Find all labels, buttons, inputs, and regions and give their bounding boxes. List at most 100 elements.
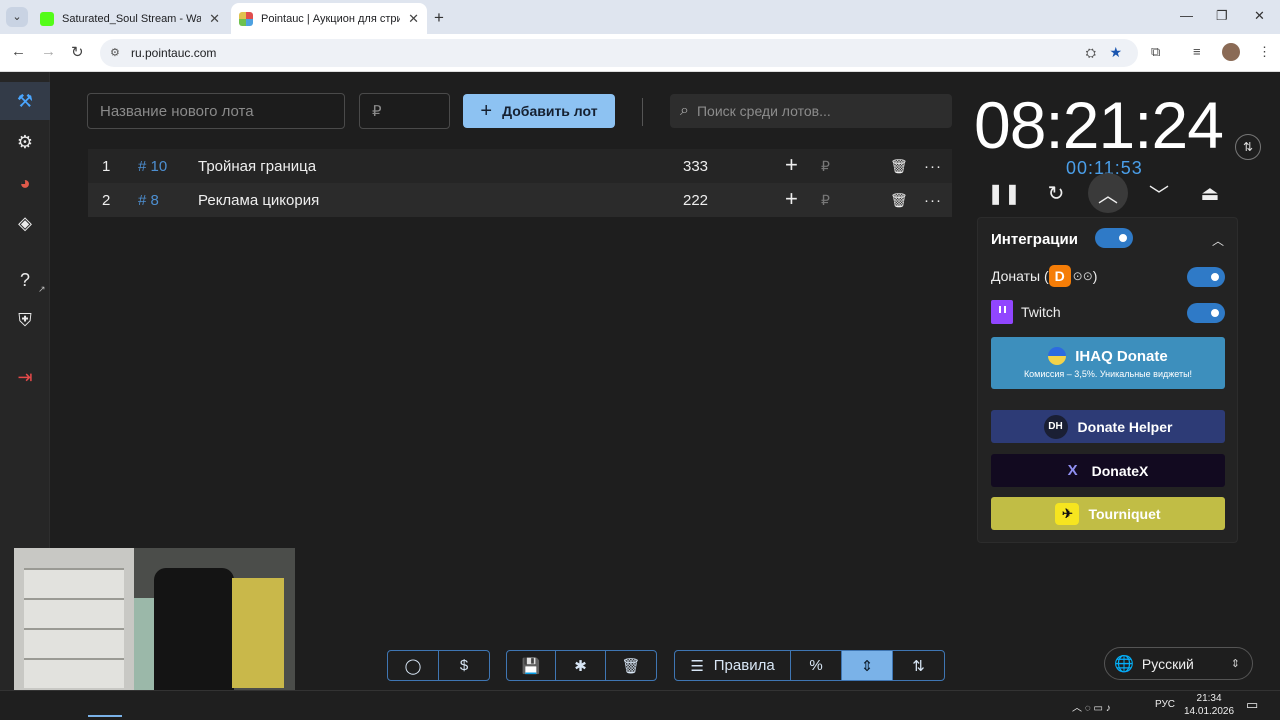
minimize-icon[interactable]: —	[1180, 8, 1193, 23]
lot-search-input[interactable]: ⌕ Поиск среди лотов...	[670, 94, 952, 128]
twitch-label: Twitch	[1021, 304, 1061, 320]
clock-date: 14.01.2026	[1184, 706, 1235, 717]
browser-menu-icon[interactable]: ⋮	[1258, 44, 1271, 60]
bug-report-button[interactable]: ✱	[556, 651, 606, 680]
lot-name-input[interactable]: Название нового лота	[87, 93, 345, 129]
tourniquet-label: Tourniquet	[1088, 505, 1161, 522]
windows-taskbar: ︿ ◌ ▭ ♪ РУС 21:34 14.01.2026 ▭	[0, 690, 1280, 720]
restore-icon[interactable]: ❐	[1216, 8, 1228, 24]
sidebar-item-auction[interactable]: ⚒	[0, 82, 50, 120]
sidebar-item-logout[interactable]: ⇥	[0, 358, 50, 396]
rules-button[interactable]: ☰ Правила	[675, 651, 791, 680]
notification-icon[interactable]: ▭	[1246, 697, 1258, 713]
subtract-time-button[interactable]: ﹀	[1141, 178, 1177, 208]
donats-toggle[interactable]	[1187, 267, 1225, 287]
add-amount-icon[interactable]: +	[785, 186, 798, 212]
close-tab-icon[interactable]: ✕	[408, 11, 419, 27]
compact-view-button[interactable]: ⇕	[842, 651, 893, 680]
lot-index: 1	[102, 157, 111, 175]
delete-lot-icon[interactable]: 🗑	[890, 192, 908, 209]
donats-label: Донаты (	[991, 268, 1049, 284]
add-time-button[interactable]: ︿	[1088, 173, 1128, 213]
clear-icon: 🗑	[621, 657, 641, 675]
swap-timer-button[interactable]: ⇅	[1235, 134, 1261, 160]
github-button[interactable]: ◯	[388, 651, 439, 680]
sidebar-item-wheel[interactable]: ◕	[0, 164, 50, 202]
more-options-icon[interactable]: ···	[924, 192, 942, 209]
more-options-icon[interactable]: ···	[924, 158, 942, 175]
donate-helper-button[interactable]: DH Donate Helper	[991, 410, 1225, 443]
plus-icon: +	[480, 99, 493, 122]
integrations-toggle[interactable]	[1095, 228, 1133, 248]
percent-button[interactable]: %	[791, 651, 842, 680]
lot-index: 2	[102, 191, 111, 209]
lot-amount[interactable]: 333	[683, 158, 708, 175]
input-language-indicator[interactable]: РУС	[1155, 699, 1175, 710]
sidebar-item-layers[interactable]: ◈	[0, 204, 50, 242]
gavel-icon: ⚒	[16, 90, 34, 111]
donatex-button[interactable]: X DonateX	[991, 454, 1225, 487]
add-amount-icon[interactable]: +	[785, 152, 798, 178]
twitch-icon	[991, 300, 1013, 324]
media-control-icon[interactable]: ≡	[1193, 44, 1201, 59]
percent-icon: %	[809, 657, 823, 674]
rules-icon: ☰	[690, 657, 704, 675]
url-text[interactable]: ru.pointauc.com	[131, 46, 216, 60]
taskbar-clock[interactable]: 21:34 14.01.2026	[1184, 692, 1234, 718]
profile-avatar[interactable]	[1222, 43, 1240, 61]
site-info-icon[interactable]: ⚙	[110, 46, 120, 59]
close-tab-icon[interactable]: ✕	[209, 11, 220, 27]
browser-tab-kick[interactable]: Saturated_Soul Stream - Watch ✕	[32, 3, 228, 34]
forward-icon[interactable]: →	[41, 43, 56, 60]
pause-icon: ❚❚	[987, 182, 1021, 205]
chevron-down-icon: ﹀	[1149, 184, 1169, 207]
lot-amount[interactable]: 222	[683, 192, 708, 209]
taskbar-chrome-icon[interactable]	[88, 695, 122, 717]
restart-icon: ↻	[1047, 182, 1065, 205]
language-select[interactable]: 🌐 Русский ⇕	[1104, 647, 1253, 680]
chevron-up-icon: ︿	[1098, 184, 1118, 207]
omnibox[interactable]: ⚙ ru.pointauc.com ⛭ ★	[100, 39, 1138, 67]
links-button-group: ◯ $	[387, 650, 490, 681]
currency-input[interactable]: ₽	[821, 158, 830, 175]
tray-icons[interactable]: ︿ ◌ ▭ ♪	[1072, 699, 1111, 714]
sort-button[interactable]: ⇅	[893, 651, 944, 680]
currency-input[interactable]: ₽	[821, 192, 830, 209]
collapse-chevron-icon[interactable]: ︿	[1212, 232, 1224, 249]
view-button-group: ☰ Правила % ⇕ ⇅	[674, 650, 945, 681]
ihaq-subtitle: Комиссия – 3,5%. Уникальные виджеты!	[1023, 369, 1193, 379]
translate-icon[interactable]: ⛭	[1086, 45, 1096, 61]
tourniquet-button[interactable]: ✈ Tourniquet	[991, 497, 1225, 530]
delete-lot-icon[interactable]: 🗑	[890, 158, 908, 175]
save-button[interactable]: 💾	[507, 651, 556, 680]
back-icon[interactable]: ←	[11, 43, 26, 60]
extensions-icon[interactable]: ⧉	[1151, 44, 1160, 60]
new-tab-button[interactable]: +	[434, 8, 444, 28]
browser-tab-pointauc[interactable]: Pointauc | Аукцион для стримеров ✕	[231, 3, 427, 34]
restart-button[interactable]: ↻	[1038, 178, 1074, 208]
lot-name[interactable]: Тройная граница	[198, 158, 316, 175]
tab-search-button[interactable]: ⌄	[6, 7, 28, 27]
reload-icon[interactable]: ↻	[71, 43, 84, 61]
pointauc-favicon-icon	[239, 11, 253, 26]
sidebar-item-settings[interactable]: ⚙	[0, 123, 50, 161]
bookmark-star-icon[interactable]: ★	[1109, 44, 1122, 61]
lot-id: # 10	[138, 157, 168, 175]
double-time-button[interactable]: ⏏	[1192, 178, 1228, 208]
sidebar-item-moderation[interactable]: ⛨	[0, 301, 50, 339]
clear-lots-button[interactable]: 🗑	[606, 651, 656, 680]
close-window-icon[interactable]: ✕	[1254, 8, 1265, 24]
add-lot-button[interactable]: + Добавить лот	[463, 94, 615, 128]
rules-label: Правила	[713, 657, 775, 674]
donats-suffix: )	[1092, 268, 1098, 284]
lot-amount-input[interactable]: ₽	[359, 93, 450, 129]
ihaq-donate-button[interactable]: IHAQ Donate Комиссия – 3,5%. Уникальные …	[991, 337, 1225, 389]
language-label: Русский	[1141, 655, 1194, 672]
twitch-toggle[interactable]	[1187, 303, 1225, 323]
donationalerts-logo-icon: D	[1048, 265, 1071, 287]
lot-name[interactable]: Реклама цикория	[198, 192, 319, 209]
donatex-label: DonateX	[1091, 462, 1149, 479]
pause-button[interactable]: ❚❚	[986, 178, 1022, 208]
donate-button[interactable]: $	[439, 651, 489, 680]
external-link-icon: ↗	[38, 284, 46, 294]
